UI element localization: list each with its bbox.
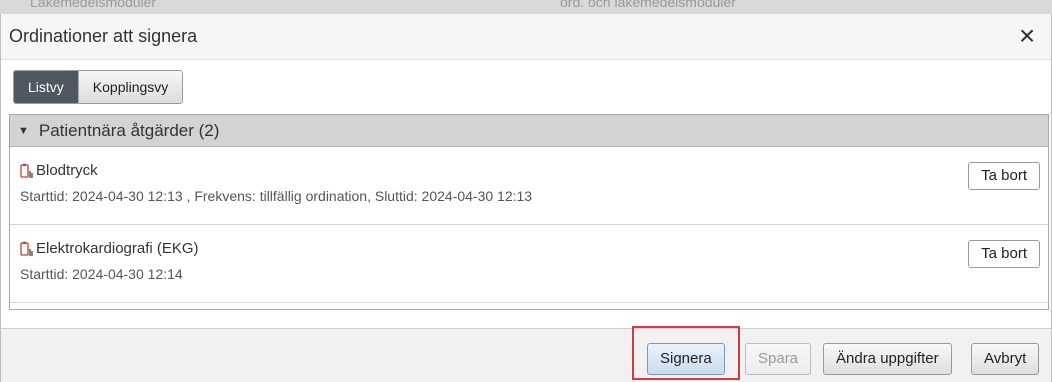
order-icon — [20, 163, 33, 178]
background-text-left: Läkemedelsmoduler — [30, 0, 157, 10]
orders-panel: ▼ Patientnära åtgärder (2) Blodtryck Sta… — [9, 114, 1049, 310]
view-toggle: Listvy Kopplingsvy — [13, 70, 184, 104]
dialog-title: Ordinationer att signera — [9, 26, 198, 46]
background-text-middle: ord. och läkemedelsmoduler — [560, 0, 736, 10]
dialog-footer: Signera Spara Ändra uppgifter Avbryt — [1, 328, 1051, 382]
dialog-titlebar: Ordinationer att signera × — [1, 14, 1051, 60]
kopplingsvy-toggle-button[interactable]: Kopplingsvy — [77, 71, 183, 103]
cancel-button[interactable]: Avbryt — [971, 343, 1040, 375]
item-name: Blodtryck — [36, 162, 98, 179]
close-icon[interactable]: × — [1009, 18, 1045, 54]
save-button[interactable]: Spara — [745, 343, 812, 375]
list-item: Elektrokardiografi (EKG) Starttid: 2024-… — [10, 225, 1048, 303]
item-name: Elektrokardiografi (EKG) — [36, 240, 199, 257]
group-header[interactable]: ▼ Patientnära åtgärder (2) — [10, 115, 1048, 147]
group-header-label: Patientnära åtgärder (2) — [38, 120, 220, 140]
listvy-toggle-button[interactable]: Listvy — [14, 71, 78, 103]
order-icon — [20, 241, 33, 256]
sign-button[interactable]: Signera — [647, 343, 725, 375]
change-details-button[interactable]: Ändra uppgifter — [823, 343, 952, 375]
sign-orders-dialog: Ordinationer att signera × Listvy Koppli… — [0, 14, 1052, 382]
item-details: Starttid: 2024-04-30 12:13 , Frekvens: t… — [20, 188, 533, 204]
background-window-strip: Läkemedelsmoduler ord. och läkemedelsmod… — [0, 0, 1052, 14]
remove-button[interactable]: Ta bort — [968, 162, 1040, 190]
remove-button[interactable]: Ta bort — [968, 240, 1040, 268]
chevron-down-icon[interactable]: ▼ — [18, 125, 29, 137]
list-item: Blodtryck Starttid: 2024-04-30 12:13 , F… — [10, 147, 1048, 225]
item-details: Starttid: 2024-04-30 12:14 — [20, 266, 183, 282]
